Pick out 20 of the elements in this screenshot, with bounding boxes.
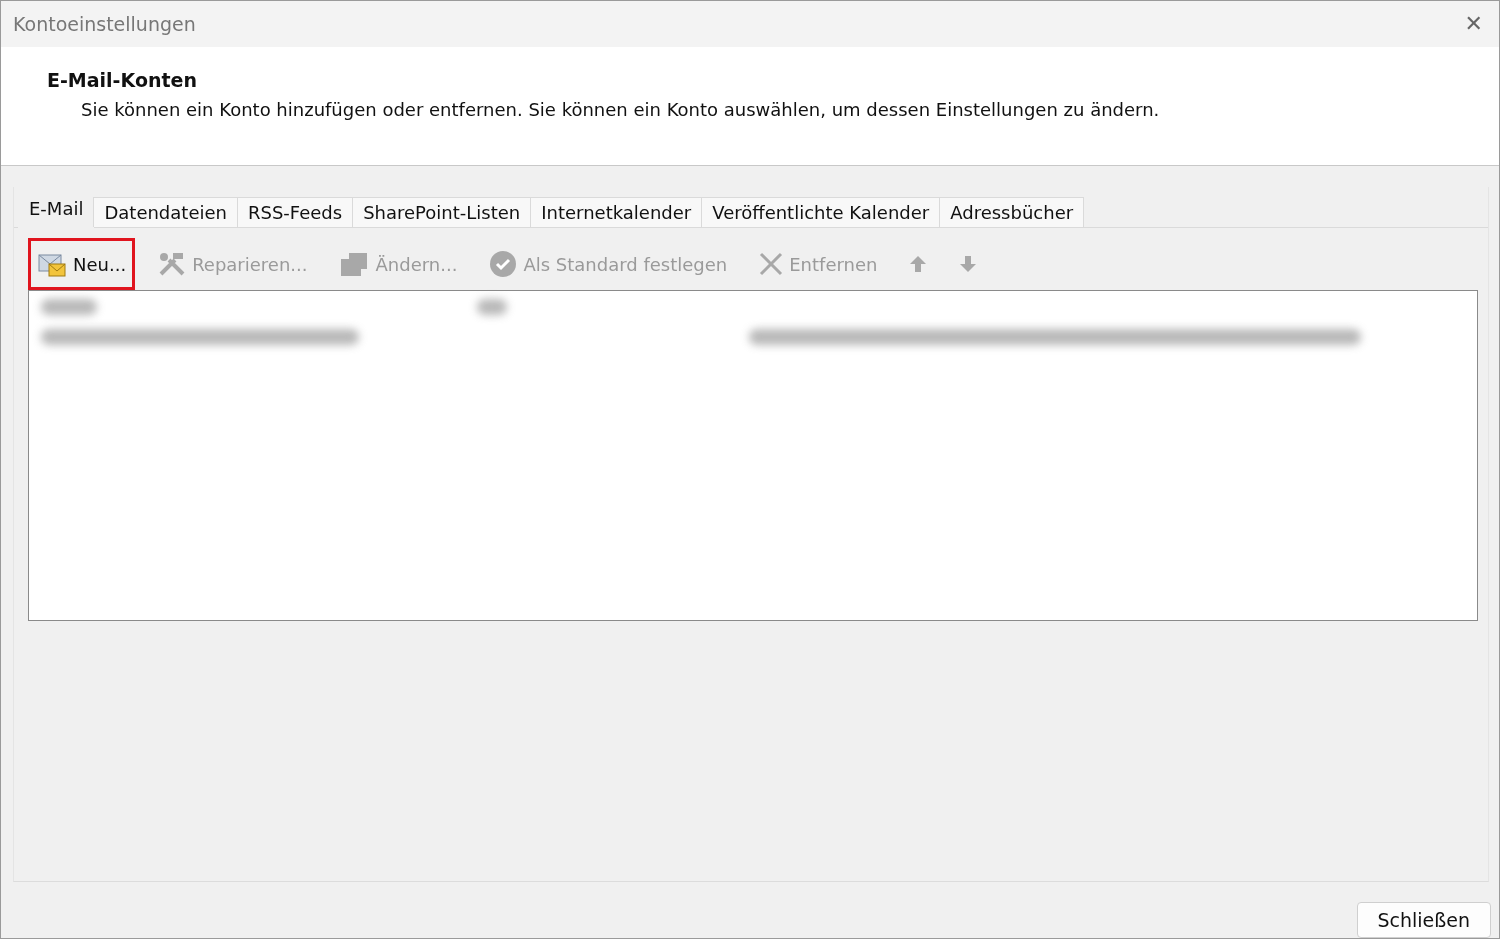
tab[interactable]: SharePoint-Listen [352,197,532,228]
redacted-text [477,299,507,316]
arrow-up-icon [909,255,928,274]
window-title: Kontoeinstellungen [13,12,196,35]
tab[interactable]: Veröffentlichte Kalender [701,197,941,228]
redacted-text [41,299,97,316]
section-description: Sie können ein Konto hinzufügen oder entfernen. Sie können ein Konto auswählen, um dessen Einstellungen zu ändern. [80,98,1161,120]
toolbar-button[interactable]: Neu... [28,238,136,291]
checkmark-icon [489,250,518,279]
close-button[interactable]: ✕ [1460,11,1487,37]
close-dialog-button[interactable]: Schließen [1356,902,1491,938]
tab[interactable]: Datendateien [93,197,238,228]
close-icon [759,252,784,277]
document-icon [339,251,370,278]
section-title: E-Mail-Konten [47,68,198,91]
arrow-down-icon [959,255,978,274]
tab[interactable]: Internetkalender [530,197,703,228]
tab[interactable]: RSS-Feeds [236,197,354,228]
tab[interactable]: Adressbücher [939,197,1085,228]
tools-icon [158,251,187,278]
